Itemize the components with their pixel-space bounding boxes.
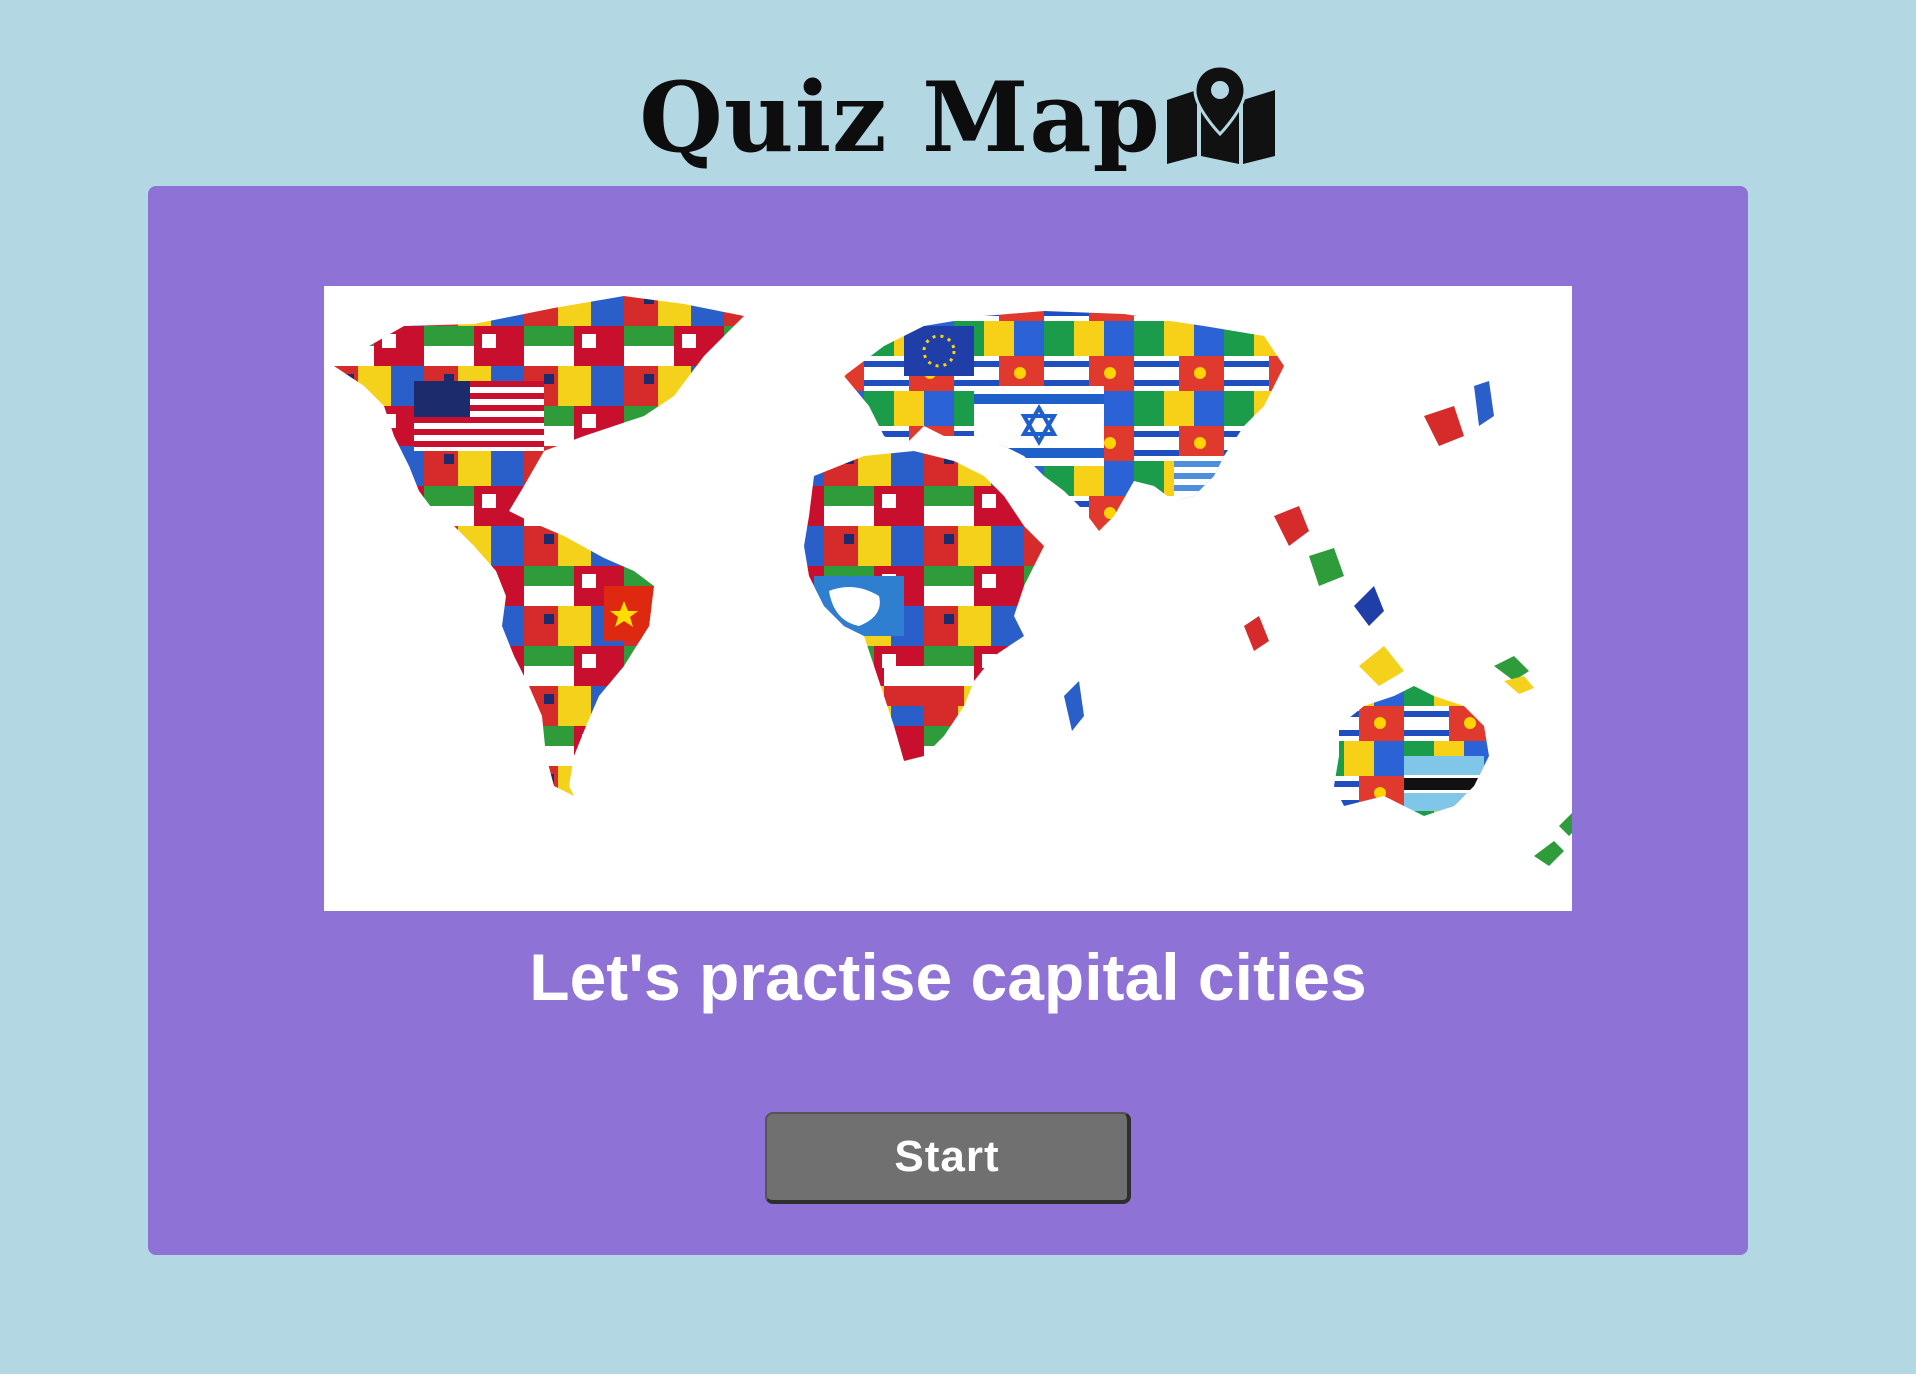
tagline: Let's practise capital cities (529, 940, 1367, 1014)
quiz-card: Let's practise capital cities Start (148, 186, 1748, 1255)
world-flag-map-image (324, 286, 1572, 911)
start-button[interactable]: Start (765, 1112, 1131, 1204)
app-header: Quiz Map (0, 58, 1916, 178)
map-marker-icon (1166, 64, 1275, 164)
app-title: Quiz Map (639, 61, 1161, 174)
